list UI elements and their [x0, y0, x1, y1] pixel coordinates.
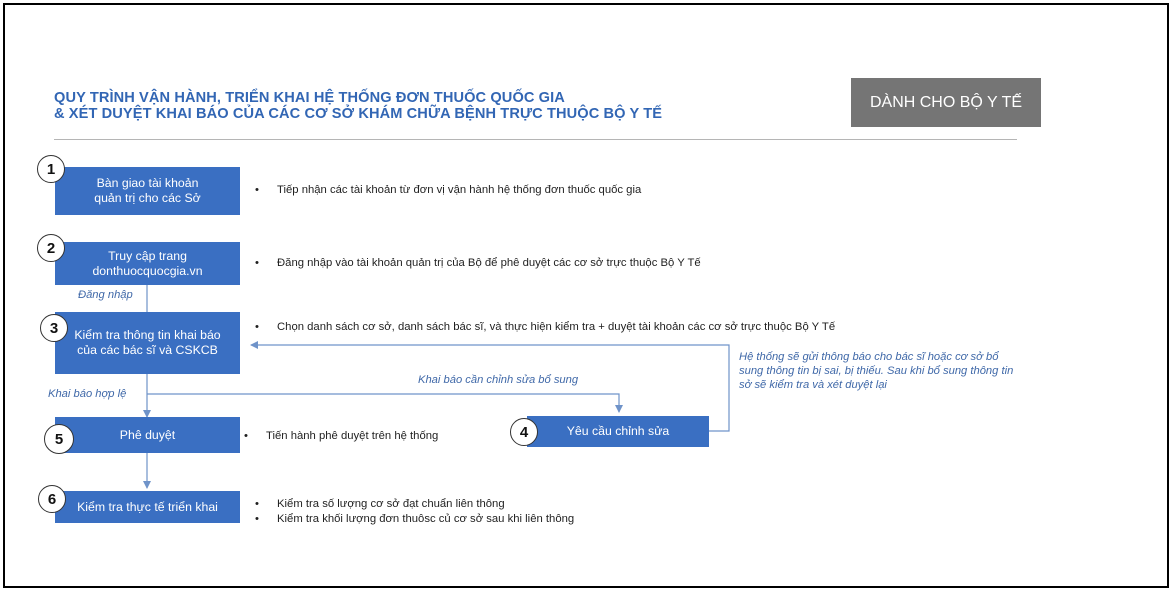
bullet: • — [255, 257, 259, 269]
step-2-label-line-1: Truy cập trang — [108, 248, 187, 263]
step-6-desc-text-1: Kiểm tra số lượng cơ sở đạt chuẩn liên t… — [277, 498, 505, 510]
bullet: • — [255, 513, 259, 525]
step-5-box: Phê duyệt — [55, 417, 240, 453]
step-2-desc-text: Đăng nhập vào tài khoản quản trị của Bộ … — [277, 257, 701, 269]
step-6-description-1: • Kiểm tra số lượng cơ sở đạt chuẩn liên … — [255, 498, 505, 510]
step-1-label-line-1: Bàn giao tài khoản — [96, 176, 199, 190]
step-3-number: 3 — [40, 314, 68, 342]
step-1-desc-text: Tiếp nhận các tài khoản từ đơn vị vận hà… — [277, 184, 642, 196]
step-3-label-line-2: của các bác sĩ và CSKCB — [77, 343, 218, 357]
step-3-description: • Chọn danh sách cơ sở, danh sách bác sĩ,… — [255, 321, 835, 333]
step-1-number: 1 — [37, 155, 65, 183]
step-1-box: Bàn giao tài khoản quản trị cho các Sở — [55, 167, 240, 215]
step-6-label: Kiểm tra thực tế triển khai — [77, 499, 218, 514]
step-6-desc-text-2: Kiểm tra khối lượng đơn thuôsc củ cơ sở … — [277, 513, 575, 525]
step-5-description: • Tiến hành phê duyệt trên hệ thống — [244, 430, 438, 442]
step-2-box: Truy cập trang donthuocquocgia.vn — [55, 242, 240, 285]
bullet: • — [255, 184, 259, 196]
step-3-box: Kiểm tra thông tin khai báo của các bác s… — [55, 312, 240, 374]
bullet: • — [255, 498, 259, 510]
step-2-description: • Đăng nhập vào tài khoản quản trị của Bộ… — [255, 257, 701, 269]
step-4-box: Yêu cầu chỉnh sửa — [527, 416, 709, 447]
note-feedback: Hệ thống sẽ gửi thông báo cho bác sĩ hoặ… — [739, 351, 1014, 391]
step-4-number: 4 — [510, 418, 538, 446]
step-6-description-2: • Kiểm tra khối lượng đơn thuôsc củ cơ sở… — [255, 513, 574, 525]
step-4-label: Yêu cầu chỉnh sửa — [566, 424, 670, 438]
step-6-number: 6 — [38, 485, 66, 513]
step-6-box: Kiểm tra thực tế triển khai — [55, 491, 240, 523]
step-2-label-line-2: donthuocquocgia.vn — [92, 263, 203, 278]
step-5-desc-text: Tiến hành phê duyệt trên hệ thống — [266, 430, 439, 442]
note-login: Đăng nhập — [78, 289, 133, 301]
step-5-label: Phê duyệt — [119, 427, 176, 442]
bullet: • — [255, 321, 259, 333]
step-1-label-line-2: quản trị cho các Sở — [94, 191, 201, 205]
step-3-desc-text: Chọn danh sách cơ sở, danh sách bác sĩ, … — [277, 321, 836, 333]
step-1-description: • Tiếp nhận các tài khoản từ đơn vị vận h… — [255, 184, 641, 196]
note-needs-edit: Khai báo cần chỉnh sửa bổ sung — [418, 374, 579, 386]
bullet: • — [244, 430, 248, 442]
step-3-label-line-1: Kiểm tra thông tin khai báo — [74, 328, 221, 342]
step-2-number: 2 — [37, 234, 65, 262]
step-5-number: 5 — [44, 424, 74, 454]
note-valid: Khai báo hợp lệ — [48, 388, 127, 400]
connector-3-4 — [147, 393, 623, 413]
